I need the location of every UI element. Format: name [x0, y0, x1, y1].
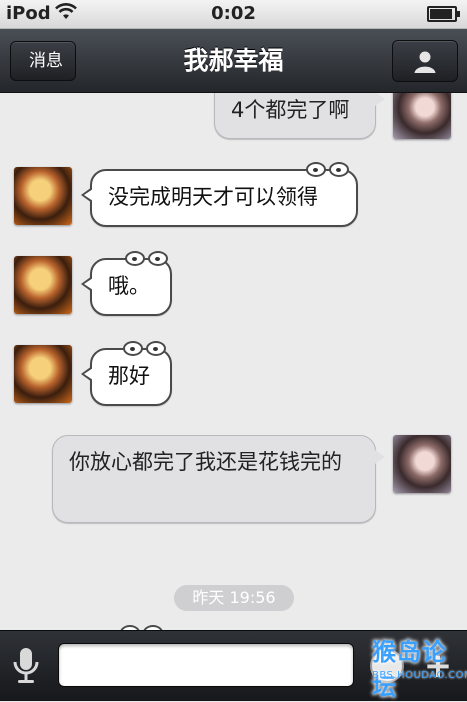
avatar-contact[interactable]	[14, 167, 72, 225]
message-text: 4个都完了啊	[231, 98, 350, 122]
emoji-icon[interactable]	[370, 649, 404, 683]
avatar-self[interactable]	[393, 435, 451, 493]
message-bubble[interactable]: 4个都完了啊	[214, 93, 385, 139]
battery-icon	[427, 6, 460, 22]
plus-icon[interactable]: +	[420, 648, 456, 684]
avatar-contact[interactable]	[14, 256, 72, 314]
clock: 0:02	[211, 3, 256, 24]
message-text: 你放心都完了我还是花钱完的	[69, 450, 342, 474]
bubble-eyes-decoration	[125, 251, 171, 270]
message-bubble[interactable]: 你放心都完了我还是花钱完的	[52, 435, 385, 523]
timestamp-badge: 昨天 19:56	[174, 585, 294, 611]
back-button-label: 消息	[29, 51, 63, 71]
microphone-icon[interactable]	[10, 646, 42, 686]
bubble-eyes-decoration	[306, 162, 352, 181]
avatar-contact[interactable]	[14, 345, 72, 403]
avatar-self[interactable]	[393, 93, 451, 139]
message-list[interactable]: 4个都完了啊 没完成明天才可以领得 哦。 那好 你放心都完了我还是花钱完的 昨天…	[0, 93, 467, 630]
chat-title: 我郝幸福	[183, 46, 284, 75]
person-icon	[414, 51, 436, 73]
bubble-eyes-decoration	[123, 341, 169, 360]
status-bar: iPod 0:02	[0, 0, 467, 29]
back-button[interactable]: 消息	[10, 41, 76, 81]
message-input[interactable]	[58, 643, 354, 687]
profile-button[interactable]	[392, 40, 458, 82]
nav-bar: 消息 我郝幸福	[0, 29, 467, 93]
input-toolbar: +	[0, 630, 467, 701]
